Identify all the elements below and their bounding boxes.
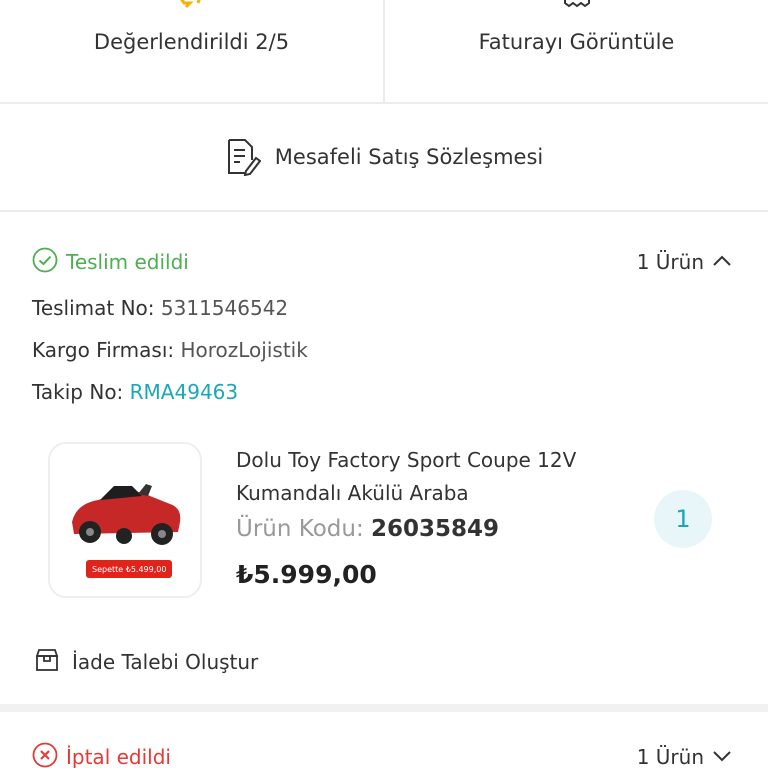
delivery-number-label: Teslimat No: [32, 296, 155, 320]
shipment-status-row[interactable]: Teslim edildi 1 Ürün [32, 247, 732, 277]
delivery-number-line: Teslimat No: 5311546542 [32, 296, 288, 320]
delivery-number: 5311546542 [160, 296, 289, 320]
cart-price-tag: Sepette ₺5.499,00 [86, 560, 173, 578]
product-code-label: Ürün Kodu: [236, 516, 364, 542]
return-request-label: İade Talebi Oluştur [72, 650, 259, 674]
return-box-icon [34, 648, 60, 676]
carrier-line: Kargo Firması: HorozLojistik [32, 338, 308, 362]
tracking-label: Takip No: [32, 380, 124, 404]
carrier-label: Kargo Firması: [32, 338, 175, 362]
shipment-status: Teslim edildi [66, 250, 189, 274]
chevron-up-icon[interactable] [712, 253, 732, 272]
order-actions-row: Değerlendirildi 2/5 Faturayı Görüntüle [0, 0, 768, 104]
distance-sales-contract-link[interactable]: Mesafeli Satış Sözleşmesi [0, 104, 768, 212]
star-icon [172, 0, 212, 13]
tracking-number-link[interactable]: RMA49463 [130, 380, 238, 404]
cancelled-item-count: 1 Ürün [636, 745, 704, 768]
cancelled-status: İptal edildi [66, 745, 171, 768]
contract-label: Mesafeli Satış Sözleşmesi [274, 145, 544, 169]
carrier-name: HorozLojistik [180, 338, 308, 362]
quantity-badge: 1 [654, 490, 712, 548]
check-circle-icon [32, 247, 58, 277]
shipment-card: Teslim edildi 1 Ürün Teslimat No: 531154… [0, 212, 768, 712]
invoice-icon [561, 0, 593, 13]
product-image[interactable]: Sepette ₺5.499,00 [48, 442, 202, 598]
document-edit-icon [225, 138, 261, 176]
chevron-down-icon[interactable] [712, 748, 732, 767]
rating-label: Değerlendirildi 2/5 [93, 30, 290, 54]
product-price: ₺5.999,00 [236, 560, 377, 589]
cancel-circle-icon [32, 742, 58, 768]
invoice-action[interactable]: Faturayı Görüntüle [383, 0, 768, 102]
product-code-line: Ürün Kodu: 26035849 [236, 516, 499, 542]
create-return-request-button[interactable]: İade Talebi Oluştur [34, 648, 258, 676]
product-code: 26035849 [371, 516, 500, 542]
item-count: 1 Ürün [636, 250, 704, 274]
tracking-line: Takip No: RMA49463 [32, 380, 238, 404]
invoice-label: Faturayı Görüntüle [478, 30, 675, 54]
product-name[interactable]: Dolu Toy Factory Sport Coupe 12V Kumanda… [236, 444, 636, 510]
rating-action[interactable]: Değerlendirildi 2/5 [0, 0, 383, 102]
cancelled-shipment-status-row[interactable]: İptal edildi 1 Ürün [32, 742, 732, 768]
